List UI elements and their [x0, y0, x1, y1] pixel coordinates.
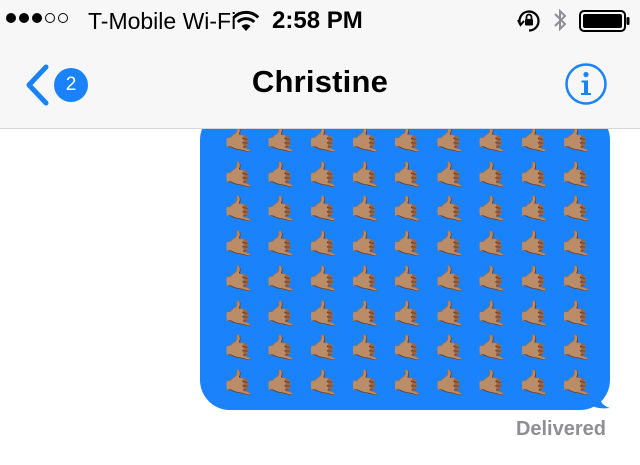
delivery-status: Delivered — [515, 418, 606, 440]
call-me-hand-emoji: 🤙🏽 — [476, 263, 508, 293]
emoji-grid: 🤙🏽 🤙🏽 🤙🏽 🤙🏽 🤙🏽 🤙🏽 🤙🏽 🤙🏽 🤙🏽 🤙🏽 🤙🏽 🤙🏽 🤙🏽 🤙🏽 🤙🏽 🤙🏽 🤙🏽 🤙🏽 🤙🏽 🤙🏽… — [218, 122, 598, 400]
call-me-hand-emoji: 🤙🏽 — [561, 229, 593, 259]
carrier-label: T-Mobile Wi-Fi — [88, 8, 237, 34]
call-me-hand-emoji: 🤙🏽 — [223, 263, 255, 293]
call-me-hand-emoji: 🤙🏽 — [519, 194, 551, 224]
call-me-hand-emoji: 🤙🏽 — [476, 229, 508, 259]
call-me-hand-emoji: 🤙🏽 — [561, 263, 593, 293]
signal-dot — [58, 13, 68, 23]
call-me-hand-emoji: 🤙🏽 — [519, 229, 551, 259]
call-me-hand-emoji: 🤙🏽 — [307, 124, 340, 154]
status-time: 2:58 PM — [272, 7, 363, 34]
info-button[interactable] — [564, 62, 608, 106]
call-me-hand-emoji: 🤙🏽 — [307, 159, 340, 189]
call-me-hand-emoji: 🤙🏽 — [223, 333, 255, 363]
call-me-hand-emoji: 🤙🏽 — [434, 298, 466, 328]
signal-dot — [45, 13, 55, 23]
call-me-hand-emoji: 🤙🏽 — [476, 159, 508, 189]
call-me-hand-emoji: 🤙🏽 — [434, 124, 466, 154]
call-me-hand-emoji: 🤙🏽 — [392, 229, 424, 259]
call-me-hand-emoji: 🤙🏽 — [265, 194, 297, 224]
signal-dot — [19, 13, 29, 23]
call-me-hand-emoji: 🤙🏽 — [434, 263, 466, 293]
call-me-hand-emoji: 🤙🏽 — [265, 298, 297, 328]
call-me-hand-emoji: 🤙🏽 — [476, 368, 508, 398]
call-me-hand-emoji: 🤙🏽 — [265, 159, 297, 189]
signal-dot — [32, 13, 42, 23]
signal-dot — [6, 13, 16, 23]
call-me-hand-emoji: 🤙🏽 — [350, 124, 382, 154]
call-me-hand-emoji: 🤙🏽 — [307, 194, 340, 224]
call-me-hand-emoji: 🤙🏽 — [519, 298, 551, 328]
call-me-hand-emoji: 🤙🏽 — [265, 124, 297, 154]
call-me-hand-emoji: 🤙🏽 — [223, 368, 255, 398]
call-me-hand-emoji: 🤙🏽 — [519, 368, 551, 398]
call-me-hand-emoji: 🤙🏽 — [350, 229, 382, 259]
call-me-hand-emoji: 🤙🏽 — [392, 124, 424, 154]
rotation-lock-icon — [517, 10, 540, 32]
signal-strength-icon — [6, 13, 68, 23]
call-me-hand-emoji: 🤙🏽 — [434, 194, 466, 224]
call-me-hand-emoji: 🤙🏽 — [350, 194, 382, 224]
call-me-hand-emoji: 🤙🏽 — [265, 368, 297, 398]
call-me-hand-emoji: 🤙🏽 — [392, 368, 424, 398]
call-me-hand-emoji: 🤙🏽 — [519, 263, 551, 293]
call-me-hand-emoji: 🤙🏽 — [476, 124, 508, 154]
call-me-hand-emoji: 🤙🏽 — [561, 333, 593, 363]
call-me-hand-emoji: 🤙🏽 — [392, 333, 424, 363]
call-me-hand-emoji: 🤙🏽 — [434, 368, 466, 398]
call-me-hand-emoji: 🤙🏽 — [392, 263, 424, 293]
call-me-hand-emoji: 🤙🏽 — [265, 229, 297, 259]
call-me-hand-emoji: 🤙🏽 — [561, 298, 593, 328]
call-me-hand-emoji: 🤙🏽 — [307, 333, 340, 363]
call-me-hand-emoji: 🤙🏽 — [519, 333, 551, 363]
call-me-hand-emoji: 🤙🏽 — [350, 333, 382, 363]
call-me-hand-emoji: 🤙🏽 — [476, 298, 508, 328]
status-bar: T-Mobile Wi-Fi 2:58 PM — [0, 0, 640, 40]
call-me-hand-emoji: 🤙🏽 — [561, 368, 593, 398]
navigation-bar: 2 Christine — [0, 40, 640, 129]
call-me-hand-emoji: 🤙🏽 — [350, 368, 382, 398]
call-me-hand-emoji: 🤙🏽 — [434, 229, 466, 259]
call-me-hand-emoji: 🤙🏽 — [476, 333, 508, 363]
call-me-hand-emoji: 🤙🏽 — [350, 159, 382, 189]
call-me-hand-emoji: 🤙🏽 — [434, 333, 466, 363]
call-me-hand-emoji: 🤙🏽 — [350, 263, 382, 293]
call-me-hand-emoji: 🤙🏽 — [392, 159, 424, 189]
call-me-hand-emoji: 🤙🏽 — [307, 298, 340, 328]
call-me-hand-emoji: 🤙🏽 — [223, 194, 255, 224]
call-me-hand-emoji: 🤙🏽 — [223, 159, 255, 189]
call-me-hand-emoji: 🤙🏽 — [223, 124, 255, 154]
call-me-hand-emoji: 🤙🏽 — [223, 298, 255, 328]
call-me-hand-emoji: 🤙🏽 — [519, 159, 551, 189]
call-me-hand-emoji: 🤙🏽 — [307, 263, 340, 293]
call-me-hand-emoji: 🤙🏽 — [265, 333, 297, 363]
call-me-hand-emoji: 🤙🏽 — [392, 194, 424, 224]
conversation-title[interactable]: Christine — [0, 64, 640, 100]
call-me-hand-emoji: 🤙🏽 — [561, 159, 593, 189]
call-me-hand-emoji: 🤙🏽 — [519, 124, 551, 154]
call-me-hand-emoji: 🤙🏽 — [223, 229, 255, 259]
call-me-hand-emoji: 🤙🏽 — [434, 159, 466, 189]
call-me-hand-emoji: 🤙🏽 — [307, 229, 340, 259]
call-me-hand-emoji: 🤙🏽 — [392, 298, 424, 328]
call-me-hand-emoji: 🤙🏽 — [561, 194, 593, 224]
bluetooth-icon — [554, 8, 567, 32]
wifi-icon — [232, 10, 260, 31]
call-me-hand-emoji: 🤙🏽 — [561, 124, 593, 154]
call-me-hand-emoji: 🤙🏽 — [350, 298, 382, 328]
call-me-hand-emoji: 🤙🏽 — [476, 194, 508, 224]
call-me-hand-emoji: 🤙🏽 — [265, 263, 297, 293]
battery-icon — [579, 10, 630, 32]
info-icon — [565, 63, 607, 105]
call-me-hand-emoji: 🤙🏽 — [307, 368, 340, 398]
